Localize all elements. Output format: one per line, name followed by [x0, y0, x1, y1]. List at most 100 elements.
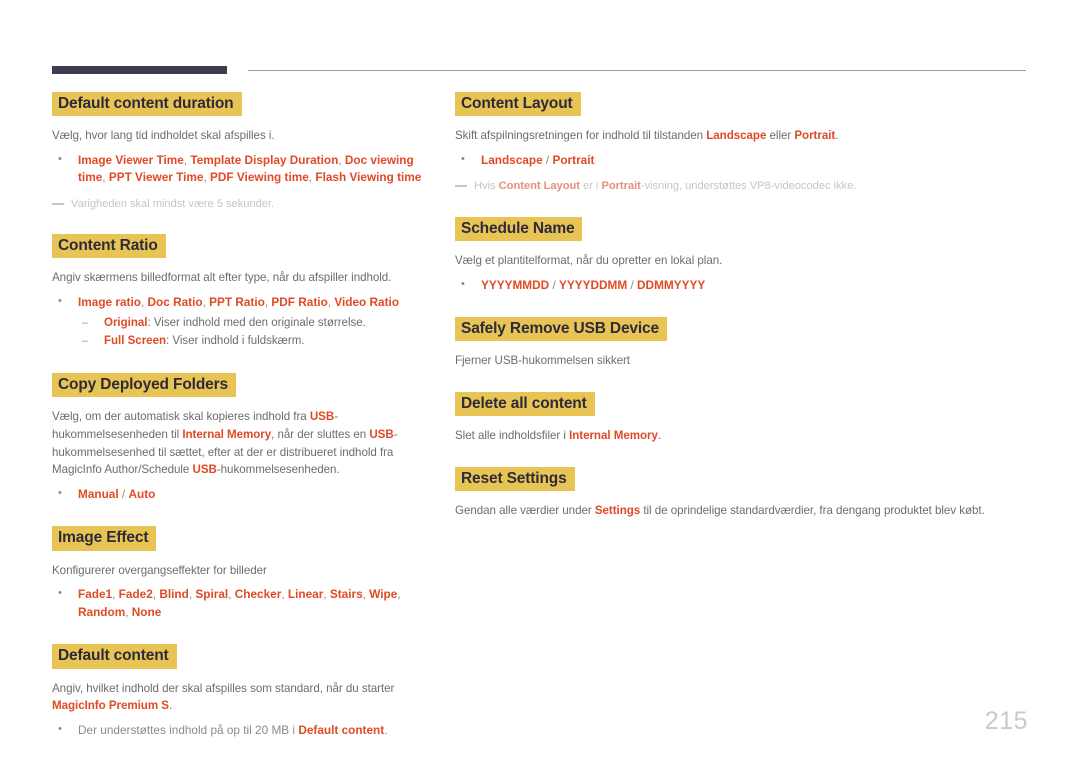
emphasis-term: None	[131, 604, 162, 619]
emphasis-term: PPT Ratio	[209, 295, 265, 310]
plain-text: .	[168, 699, 173, 713]
plain-text: Slet alle indholdsfiler i	[455, 429, 570, 443]
plain-text: /	[118, 486, 129, 501]
right-column: Content Layout Skift afspilningsretningen…	[455, 92, 1030, 542]
emphasis-term: Portrait	[794, 129, 836, 143]
emphasis-term: Doc Ratio	[147, 295, 203, 310]
plain-text: Gendan alle værdier under	[455, 504, 595, 518]
section-heading: Reset Settings	[455, 467, 575, 492]
emphasis-term: MagicInfo Premium S	[52, 699, 169, 713]
content-section: Delete all content Slet alle indholdsfile…	[455, 392, 1030, 445]
note-text: Hvis Content Layout er i Portrait-visnin…	[455, 178, 1030, 194]
emphasis-term: Image Viewer Time	[78, 152, 184, 167]
list-item: Image ratio, Doc Ratio, PPT Ratio, PDF R…	[52, 293, 437, 350]
plain-text: er i	[579, 180, 602, 193]
plain-text: Vælg, om der automatisk skal kopieres in…	[52, 410, 310, 424]
list-item: Manual / Auto	[52, 485, 437, 503]
list-item: Der understøttes indhold på op til 20 MB…	[52, 721, 437, 739]
plain-text: /	[542, 152, 553, 167]
content-section: Reset Settings Gendan alle værdier under …	[455, 467, 1030, 520]
plain-text: Skift afspilningsretningen for indhold t…	[455, 129, 707, 143]
plain-text: .	[657, 429, 662, 443]
bullet-list: Image Viewer Time, Template Display Dura…	[52, 151, 437, 187]
section-heading: Copy Deployed Folders	[52, 373, 236, 398]
section-heading: Schedule Name	[455, 216, 583, 242]
emphasis-term: Internal Memory	[569, 429, 658, 443]
note-text: Varigheden skal mindst være 5 sekunder.	[52, 196, 437, 212]
plain-text: Varigheden skal mindst være 5 sekunder.	[71, 197, 275, 210]
emphasis-term: Linear	[287, 587, 324, 602]
emphasis-term: Landscape	[706, 129, 767, 143]
section-body: Angiv skærmens billedformat alt efter ty…	[52, 269, 437, 287]
emphasis-term: Portrait	[552, 152, 595, 167]
emphasis-term: Full Screen	[104, 334, 166, 347]
emphasis-term: Fade2	[118, 587, 153, 602]
plain-text: /	[627, 277, 638, 292]
list-item-text: Manual / Auto	[78, 487, 155, 501]
emphasis-term: PDF Viewing time	[210, 170, 309, 185]
bullet-list: Image ratio, Doc Ratio, PPT Ratio, PDF R…	[52, 293, 437, 350]
emphasis-term: Stairs	[329, 587, 363, 602]
section-body: Slet alle indholdsfiler i Internal Memor…	[455, 427, 1030, 445]
list-item-text: Landscape / Portrait	[481, 153, 594, 167]
bullet-list: Fade1, Fade2, Blind, Spiral, Checker, Li…	[52, 585, 437, 621]
emphasis-term: DDMMYYYY	[637, 277, 706, 292]
content-section: Default content Angiv, hvilket indhold de…	[52, 644, 437, 739]
content-section: Copy Deployed Folders Vælg, om der automa…	[52, 373, 437, 503]
emphasis-term: PPT Viewer Time	[108, 170, 204, 185]
emphasis-term: Settings	[594, 504, 641, 518]
list-item: Landscape / Portrait	[455, 151, 1030, 169]
list-item: YYYYMMDD / YYYYDDMM / DDMMYYYY	[455, 276, 1030, 294]
plain-text: , når der sluttes en	[271, 428, 370, 441]
plain-text: -visning, understøttes VP8-videocodec ik…	[640, 180, 857, 193]
emphasis-term: Blind	[159, 587, 189, 602]
emphasis-term: Random	[78, 604, 126, 619]
list-item-text: Fade1, Fade2, Blind, Spiral, Checker, Li…	[78, 587, 401, 618]
plain-text: Angiv skærmens billedformat alt efter ty…	[52, 271, 392, 285]
list-item-text: YYYYMMDD / YYYYDDMM / DDMMYYYY	[481, 278, 705, 292]
plain-text: ,	[397, 587, 401, 602]
section-heading: Image Effect	[52, 526, 157, 551]
plain-text: -hukommelsesenheden.	[216, 463, 340, 477]
emphasis-term: Auto	[128, 486, 156, 501]
emphasis-term: Checker	[234, 587, 282, 602]
page-number: 215	[984, 707, 1028, 735]
list-item-text: Der understøttes indhold på op til 20 MB…	[78, 723, 387, 737]
emphasis-term: Internal Memory	[182, 428, 272, 441]
content-section: Content Ratio Angiv skærmens billedformat…	[52, 234, 437, 350]
emphasis-term: Video Ratio	[334, 295, 400, 310]
content-section: Safely Remove USB Device Fjerner USB-huko…	[455, 317, 1030, 370]
emphasis-term: Default content	[298, 722, 385, 737]
emphasis-term: YYYYDDMM	[559, 277, 628, 292]
list-item-text: Image ratio, Doc Ratio, PPT Ratio, PDF R…	[78, 295, 399, 309]
content-section: Image Effect Konfigurerer overgangseffekt…	[52, 526, 437, 621]
emphasis-term: Landscape	[481, 152, 543, 167]
left-column: Default content duration Vælg, hvor lang …	[52, 92, 437, 762]
emphasis-term: Original	[104, 316, 148, 329]
plain-text: : Viser indhold med den originale større…	[147, 316, 366, 329]
emphasis-term: USB	[192, 463, 217, 477]
plain-text: .	[835, 129, 839, 143]
list-item: Fade1, Fade2, Blind, Spiral, Checker, Li…	[52, 585, 437, 621]
bullet-list: Der understøttes indhold på op til 20 MB…	[52, 721, 437, 739]
emphasis-term: USB	[369, 428, 394, 441]
content-section: Default content duration Vælg, hvor lang …	[52, 92, 437, 212]
plain-text: : Viser indhold i fuldskærm.	[166, 334, 305, 347]
plain-text: Vælg, hvor lang tid indholdet skal afspi…	[52, 129, 275, 143]
bullet-list: YYYYMMDD / YYYYDDMM / DDMMYYYY	[455, 276, 1030, 294]
emphasis-term: Portrait	[601, 180, 641, 193]
section-heading: Default content duration	[52, 92, 242, 117]
list-item-text: Image Viewer Time, Template Display Dura…	[78, 153, 421, 184]
bullet-list: Landscape / Portrait	[455, 151, 1030, 169]
emphasis-term: YYYYMMDD	[481, 277, 550, 292]
plain-text: .	[384, 722, 388, 737]
emphasis-term: Flash Viewing time	[315, 170, 422, 185]
plain-text: eller	[766, 129, 795, 143]
